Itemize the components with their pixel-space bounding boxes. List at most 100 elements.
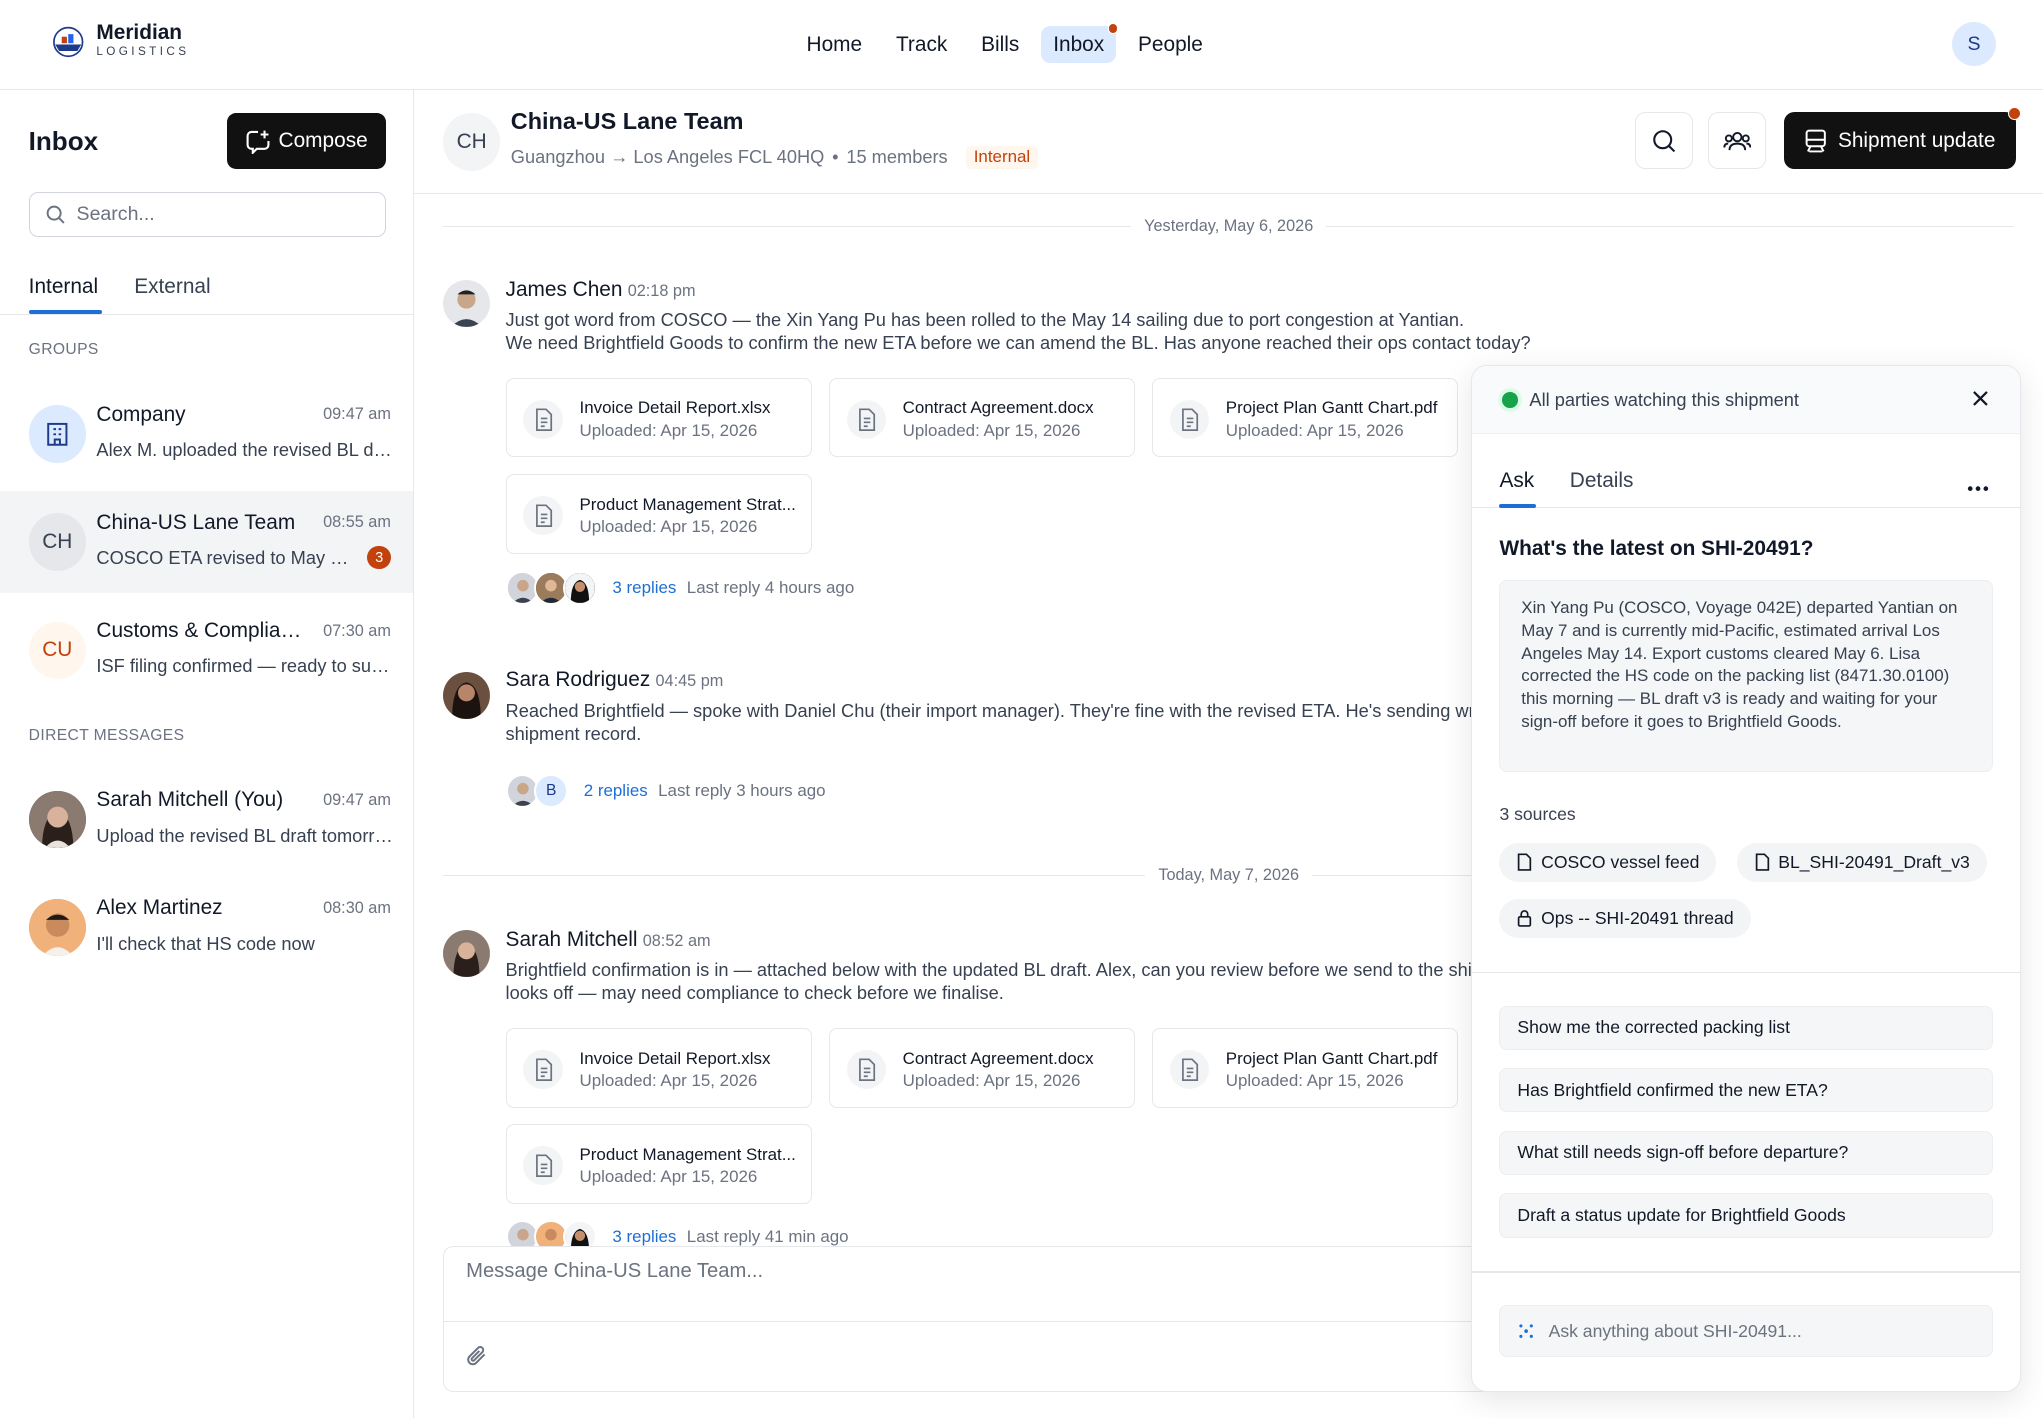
message-author: James Chen 02:18 pm <box>506 278 696 302</box>
active-tab-indicator <box>28 310 102 315</box>
thread-replies[interactable]: B 2 replies Last reply 3 hours ago <box>505 773 826 808</box>
avatar: B <box>534 773 569 808</box>
suggested-prompt[interactable]: What still needs sign-off before departu… <box>1499 1130 1994 1175</box>
reply-avatars: B <box>505 773 569 808</box>
conversation-preview: I'll check that HS code now <box>96 932 315 954</box>
file-date: Uploaded: Apr 15, 2026 <box>579 420 758 440</box>
file-name: Product Management Strat... <box>579 1145 796 1165</box>
message-line: looks off — may need compliance to check… <box>505 981 1004 1003</box>
author-name: Sarah Mitchell <box>505 927 638 951</box>
app-root: Meridian LOGISTICS Home Track Bills Inbo… <box>0 0 2043 1418</box>
replies-link[interactable]: 2 replies <box>584 781 648 801</box>
file-attachment[interactable]: Contract Agreement.docx Uploaded: Apr 15… <box>828 377 1135 458</box>
message-line: We need Brightfield Goods to confirm the… <box>505 331 1531 353</box>
direct-messages-section-label: DIRECT MESSAGES <box>28 727 185 745</box>
thread-replies[interactable]: 3 replies Last reply 4 hours ago <box>505 570 854 605</box>
conversation-time: 07:30 am <box>323 621 391 640</box>
reply-avatars <box>505 570 597 605</box>
paperclip-icon <box>467 1346 486 1366</box>
file-icon <box>846 399 886 439</box>
file-icon <box>523 1049 563 1089</box>
file-icon <box>1169 399 1209 439</box>
conversation-customs-compliance[interactable]: CU Customs & Compliance 07:30 am ISF fil… <box>0 599 413 701</box>
channel-members[interactable]: 15 members <box>846 146 947 168</box>
nav-inbox[interactable]: Inbox <box>1041 23 1119 64</box>
source-label: COSCO vessel feed <box>1541 851 1700 872</box>
file-attachment[interactable]: Invoice Detail Report.xlsx Uploaded: Apr… <box>505 377 812 458</box>
tab-internal[interactable]: Internal <box>29 275 98 299</box>
main-nav: Home Track Bills Inbox People <box>795 23 1215 64</box>
file-attachment[interactable]: Contract Agreement.docx Uploaded: Apr 15… <box>828 1028 1135 1108</box>
last-reply: Last reply 3 hours ago <box>658 780 826 800</box>
replies-link[interactable]: 3 replies <box>612 578 676 598</box>
suggested-prompt[interactable]: Has Brightfield confirmed the new ETA? <box>1499 1068 1994 1113</box>
file-attachment[interactable]: Invoice Detail Report.xlsx Uploaded: Apr… <box>505 1028 812 1108</box>
more-icon <box>1968 485 1989 491</box>
file-date: Uploaded: Apr 15, 2026 <box>1225 420 1404 440</box>
conversation-avatar: CU <box>28 621 86 679</box>
tab-ask[interactable]: Ask <box>1499 469 1534 493</box>
file-name: Contract Agreement.docx <box>902 398 1094 418</box>
nav-people[interactable]: People <box>1126 26 1214 63</box>
channel-avatar: CH <box>443 113 501 171</box>
more-options-button[interactable] <box>1965 473 1991 505</box>
file-date: Uploaded: Apr 15, 2026 <box>902 1070 1081 1090</box>
nav-track[interactable]: Track <box>884 26 959 63</box>
suggested-prompt[interactable]: Draft a status update for Brightfield Go… <box>1499 1193 1994 1238</box>
panel-divider <box>1472 1271 2020 1273</box>
sources-count: 3 sources <box>1499 803 1576 824</box>
channel-search-button[interactable] <box>1635 112 1693 170</box>
inbox-sidebar: Inbox Compose Search... Internal Externa… <box>0 89 415 1418</box>
tab-external[interactable]: External <box>134 275 210 299</box>
container-icon <box>1805 129 1826 153</box>
ask-input[interactable]: Ask anything about SHI-20491... <box>1499 1305 1994 1358</box>
members-button[interactable] <box>1708 112 1766 170</box>
file-date: Uploaded: Apr 15, 2026 <box>579 516 758 536</box>
author-name: Sara Rodriguez <box>505 668 651 692</box>
compose-label: Compose <box>278 129 368 153</box>
search-placeholder: Search... <box>76 202 155 225</box>
conversation-alex-martinez[interactable]: Alex Martinez 08:30 am I'll check that H… <box>0 877 413 979</box>
conversation-sarah-mitchell[interactable]: Sarah Mitchell (You) 09:47 am Upload the… <box>0 769 413 871</box>
ship-logo-icon <box>52 26 83 57</box>
suggested-prompt[interactable]: Show me the corrected packing list <box>1499 1005 1994 1050</box>
search-icon <box>46 205 65 224</box>
logo[interactable]: Meridian LOGISTICS <box>50 23 190 59</box>
panel-tabs: Ask Details <box>1472 465 2020 508</box>
source-chip[interactable]: Ops -- SHI-20491 thread <box>1499 898 1751 938</box>
nav-bills[interactable]: Bills <box>969 26 1031 63</box>
file-attachment[interactable]: Product Management Strat... Uploaded: Ap… <box>505 474 812 554</box>
date-label: Yesterday, May 6, 2026 <box>1144 217 1314 236</box>
close-button[interactable] <box>1970 388 1991 415</box>
source-label: BL_SHI-20491_Draft_v3 <box>1778 851 1970 872</box>
tab-details[interactable]: Details <box>1570 469 1634 493</box>
nav-home[interactable]: Home <box>795 26 874 63</box>
message-body: Brightfield confirmation is in — attache… <box>505 959 1630 1005</box>
author-name: James Chen <box>505 277 623 301</box>
document-icon <box>1755 853 1769 871</box>
source-chip[interactable]: COSCO vessel feed <box>1499 842 1717 882</box>
file-icon <box>846 1049 886 1089</box>
file-name: Project Plan Gantt Chart.pdf <box>1225 1048 1438 1068</box>
date-label: Today, May 7, 2026 <box>1158 866 1300 885</box>
compose-button[interactable]: Compose <box>226 113 386 170</box>
file-attachment[interactable]: Project Plan Gantt Chart.pdf Uploaded: A… <box>1151 377 1459 458</box>
sparkle-icon <box>1519 1324 1534 1339</box>
composer-placeholder: Message China-US Lane Team... <box>466 1259 764 1282</box>
user-avatar[interactable]: S <box>1951 22 1997 67</box>
file-attachment[interactable]: Project Plan Gantt Chart.pdf Uploaded: A… <box>1151 1028 1459 1108</box>
source-chip[interactable]: BL_SHI-20491_Draft_v3 <box>1736 842 1987 882</box>
building-icon <box>28 405 86 463</box>
logo-subtitle: LOGISTICS <box>96 45 190 59</box>
replies-link[interactable]: 3 replies <box>612 1227 676 1247</box>
attach-button[interactable] <box>465 1344 488 1373</box>
status-dot <box>1502 391 1518 408</box>
lock-icon <box>1518 910 1532 927</box>
channel-route: Guangzhou → Los Angeles FCL 40HQ <box>510 146 825 168</box>
sidebar-search-input[interactable]: Search... <box>28 191 386 238</box>
conversation-name: Company <box>96 402 186 426</box>
file-attachment[interactable]: Product Management Strat... Uploaded: Ap… <box>505 1124 812 1204</box>
conversation-company[interactable]: Company 09:47 am Alex M. uploaded the re… <box>0 383 413 485</box>
conversation-china-us-lane-team[interactable]: CH China-US Lane Team 08:55 am COSCO ETA… <box>0 491 414 593</box>
shipment-update-button[interactable]: Shipment update <box>1783 106 2021 170</box>
